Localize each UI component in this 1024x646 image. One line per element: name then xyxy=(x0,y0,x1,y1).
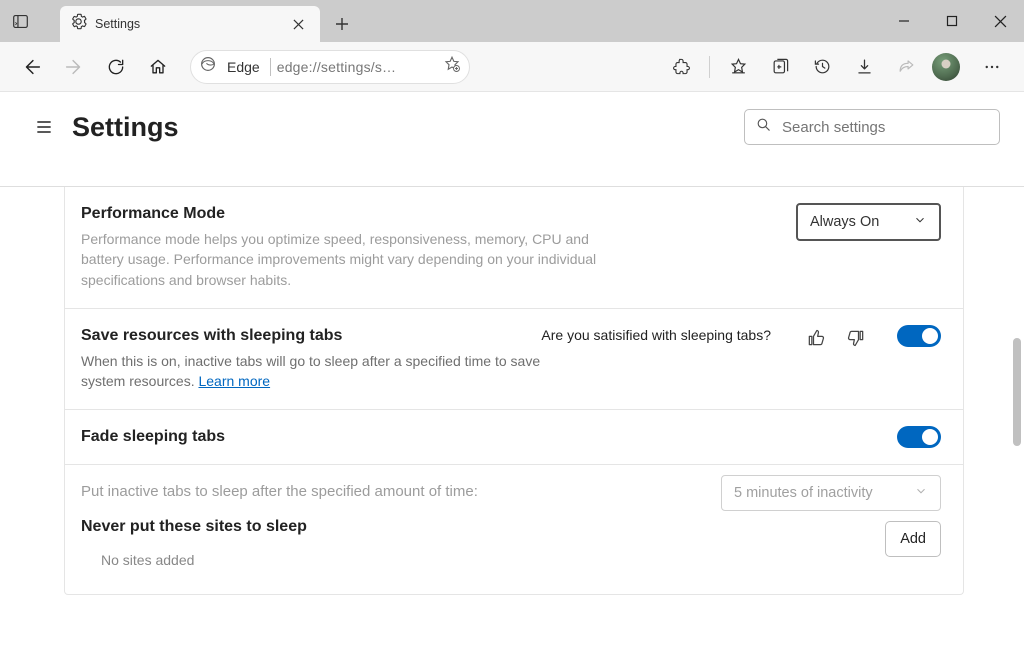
window-maximize-button[interactable] xyxy=(928,0,976,42)
tab-title: Settings xyxy=(95,17,278,31)
edge-logo-icon xyxy=(199,55,217,78)
chevron-down-icon xyxy=(913,213,927,231)
chevron-down-icon xyxy=(914,484,928,502)
page-title: Settings xyxy=(72,112,179,143)
add-favorite-icon[interactable] xyxy=(443,55,461,78)
settings-page-header: Settings xyxy=(0,92,1024,162)
downloads-button[interactable] xyxy=(844,48,884,86)
sleeping-tabs-desc: When this is on, inactive tabs will go t… xyxy=(81,351,571,392)
browser-toolbar: Edge edge://settings/s… xyxy=(0,42,1024,92)
address-bar[interactable]: Edge edge://settings/s… xyxy=(190,50,470,84)
extensions-button[interactable] xyxy=(661,48,701,86)
tab-close-button[interactable] xyxy=(286,12,310,36)
settings-content: Performance Mode Performance mode helps … xyxy=(0,162,1024,646)
performance-mode-row: Performance Mode Performance mode helps … xyxy=(65,187,963,308)
performance-section: Performance Mode Performance mode helps … xyxy=(64,187,964,595)
add-site-button[interactable]: Add xyxy=(885,521,941,557)
back-button[interactable] xyxy=(12,48,52,86)
settings-search-box[interactable] xyxy=(744,109,1000,145)
scrollbar-thumb[interactable] xyxy=(1013,338,1021,446)
browser-tab[interactable]: Settings xyxy=(60,6,320,42)
fade-sleeping-tabs-title: Fade sleeping tabs xyxy=(81,428,941,446)
performance-mode-dropdown[interactable]: Always On xyxy=(796,203,941,241)
forward-button xyxy=(54,48,94,86)
settings-menu-button[interactable] xyxy=(24,107,64,147)
performance-mode-desc: Performance mode helps you optimize spee… xyxy=(81,229,621,290)
more-menu-button[interactable] xyxy=(972,48,1012,86)
search-icon xyxy=(755,116,772,138)
inactive-timeout-dropdown[interactable]: 5 minutes of inactivity xyxy=(721,475,941,511)
collections-button[interactable] xyxy=(760,48,800,86)
new-tab-button[interactable] xyxy=(324,6,360,42)
history-button[interactable] xyxy=(802,48,842,86)
thumbs-down-button[interactable] xyxy=(839,321,873,355)
window-minimize-button[interactable] xyxy=(880,0,928,42)
divider xyxy=(270,58,271,76)
settings-search-input[interactable] xyxy=(782,119,989,136)
inactive-timeout-row: Put inactive tabs to sleep after the spe… xyxy=(65,464,963,594)
address-url: edge://settings/s… xyxy=(277,59,437,75)
address-prefix: Edge xyxy=(223,59,264,75)
tab-actions-button[interactable] xyxy=(0,0,40,42)
share-button[interactable] xyxy=(886,48,926,86)
window-titlebar: Settings xyxy=(0,0,1024,42)
profile-avatar[interactable] xyxy=(932,53,960,81)
dropdown-value: Always On xyxy=(810,214,879,230)
window-close-button[interactable] xyxy=(976,0,1024,42)
thumbs-up-button[interactable] xyxy=(799,321,833,355)
never-sleep-title: Never put these sites to sleep xyxy=(81,518,941,536)
home-button[interactable] xyxy=(138,48,178,86)
fade-sleeping-tabs-row: Fade sleeping tabs xyxy=(65,409,963,464)
feedback-question: Are you satisified with sleeping tabs? xyxy=(541,327,771,343)
gear-icon xyxy=(70,13,87,35)
favorites-button[interactable] xyxy=(718,48,758,86)
sleeping-tabs-toggle[interactable] xyxy=(897,325,941,347)
no-sites-added-text: No sites added xyxy=(81,536,941,568)
refresh-button[interactable] xyxy=(96,48,136,86)
fade-sleeping-tabs-toggle[interactable] xyxy=(897,426,941,448)
dropdown-value: 5 minutes of inactivity xyxy=(734,485,873,501)
divider xyxy=(709,56,710,78)
learn-more-link[interactable]: Learn more xyxy=(198,373,270,389)
sleeping-tabs-row: Save resources with sleeping tabs When t… xyxy=(65,308,963,410)
